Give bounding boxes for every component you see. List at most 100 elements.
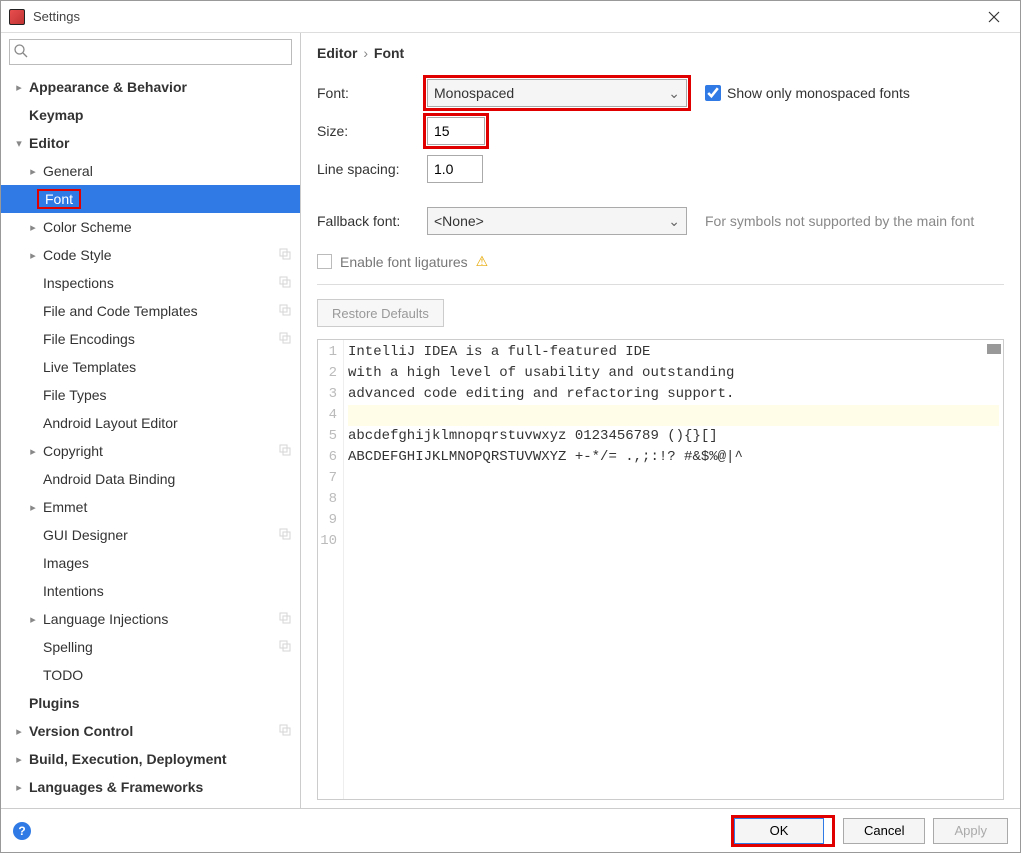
font-combo[interactable]: Monospaced ⌄	[427, 79, 687, 107]
tree-item-label: Copyright	[43, 443, 278, 459]
line-spacing-input[interactable]	[427, 155, 483, 183]
size-input[interactable]	[427, 117, 485, 145]
project-scope-icon	[278, 611, 292, 628]
expand-arrow-icon: ▸	[13, 725, 25, 738]
tree-item-android-layout-editor[interactable]: Android Layout Editor	[1, 409, 300, 437]
expand-arrow-icon: ▾	[13, 137, 25, 150]
tree-item-label: TODO	[43, 667, 292, 683]
settings-window: Settings ▸ Appearance & Behavior Keymap ▾ Ed…	[0, 0, 1021, 853]
font-preview: 12345678910 IntelliJ IDEA is a full-feat…	[317, 339, 1004, 800]
tree-item-copyright[interactable]: ▸ Copyright	[1, 437, 300, 465]
project-scope-icon	[278, 639, 292, 656]
tree-item-plugins[interactable]: Plugins	[1, 689, 300, 717]
preview-gutter: 12345678910	[318, 340, 344, 799]
close-button[interactable]	[976, 3, 1012, 31]
main-split: ▸ Appearance & Behavior Keymap ▾ Editor ▸ Gene…	[1, 33, 1020, 808]
tree-item-label: Font	[43, 189, 292, 209]
tree-item-label: Appearance & Behavior	[29, 79, 292, 95]
search-box	[9, 39, 292, 65]
tree-item-label: Build, Execution, Deployment	[29, 751, 292, 767]
expand-arrow-icon: ▸	[27, 165, 39, 178]
tree-item-label: GUI Designer	[43, 527, 278, 543]
fallback-label: Fallback font:	[317, 213, 427, 229]
cancel-button[interactable]: Cancel	[843, 818, 925, 844]
preview-code: IntelliJ IDEA is a full-featured IDEwith…	[344, 340, 1003, 799]
tree-item-file-encodings[interactable]: File Encodings	[1, 325, 300, 353]
tree-item-label: General	[43, 163, 292, 179]
search-input[interactable]	[9, 39, 292, 65]
tree-item-images[interactable]: Images	[1, 549, 300, 577]
project-scope-icon	[278, 723, 292, 740]
tree-item-label: Plugins	[29, 695, 292, 711]
tree-item-general[interactable]: ▸ General	[1, 157, 300, 185]
breadcrumb-sep: ›	[363, 45, 368, 61]
tree-item-label: Version Control	[29, 723, 278, 739]
tree-item-label: Color Scheme	[43, 219, 292, 235]
project-scope-icon	[278, 331, 292, 348]
tree-item-live-templates[interactable]: Live Templates	[1, 353, 300, 381]
warning-icon: ⚠	[476, 253, 489, 270]
tree-item-file-types[interactable]: File Types	[1, 381, 300, 409]
tree-item-language-injections[interactable]: ▸Language Injections	[1, 605, 300, 633]
tree-item-label: Images	[43, 555, 292, 571]
font-label: Font:	[317, 85, 427, 101]
tree-item-appearance-behavior[interactable]: ▸ Appearance & Behavior	[1, 73, 300, 101]
tree-item-label: Languages & Frameworks	[29, 779, 292, 795]
tree-item-label: File Encodings	[43, 331, 278, 347]
tree-item-label: Emmet	[43, 499, 292, 515]
settings-content: Editor › Font Font: Monospaced ⌄ Show on…	[301, 33, 1020, 808]
breadcrumb-child: Font	[374, 45, 404, 61]
expand-arrow-icon: ▸	[13, 81, 25, 94]
tree-item-code-style[interactable]: ▸Code Style	[1, 241, 300, 269]
tree-item-label: Editor	[29, 135, 292, 151]
expand-arrow-icon: ▸	[27, 613, 39, 626]
sidebar: ▸ Appearance & Behavior Keymap ▾ Editor ▸ Gene…	[1, 33, 301, 808]
tree-item-label: File and Code Templates	[43, 303, 278, 319]
expand-arrow-icon: ▸	[27, 221, 39, 234]
minimap-marker	[987, 344, 1001, 354]
tree-item-keymap[interactable]: Keymap	[1, 101, 300, 129]
expand-arrow-icon: ▸	[13, 781, 25, 794]
tree-item-intentions[interactable]: Intentions	[1, 577, 300, 605]
tree-item-inspections[interactable]: Inspections	[1, 269, 300, 297]
project-scope-icon	[278, 303, 292, 320]
expand-arrow-icon: ▸	[13, 753, 25, 766]
ok-button[interactable]: OK	[734, 818, 824, 844]
dialog-footer: ? OK Cancel Apply	[1, 808, 1020, 852]
tree-item-languages-frameworks[interactable]: ▸ Languages & Frameworks	[1, 773, 300, 801]
tree-item-version-control[interactable]: ▸ Version Control	[1, 717, 300, 745]
tree-item-color-scheme[interactable]: ▸ Color Scheme	[1, 213, 300, 241]
tree-item-build-execution-deployment[interactable]: ▸ Build, Execution, Deployment	[1, 745, 300, 773]
mono-only-label: Show only monospaced fonts	[727, 85, 910, 101]
fallback-combo[interactable]: <None> ⌄	[427, 207, 687, 235]
close-icon	[988, 11, 1000, 23]
settings-tree[interactable]: ▸ Appearance & Behavior Keymap ▾ Editor ▸ Gene…	[1, 73, 300, 808]
breadcrumb: Editor › Font	[317, 45, 1004, 61]
tree-item-gui-designer[interactable]: GUI Designer	[1, 521, 300, 549]
restore-defaults-button[interactable]: Restore Defaults	[317, 299, 444, 327]
tree-item-label: Live Templates	[43, 359, 292, 375]
mono-only-checkbox[interactable]	[705, 85, 721, 101]
tree-item-spelling[interactable]: Spelling	[1, 633, 300, 661]
tree-item-todo[interactable]: TODO	[1, 661, 300, 689]
tree-item-emmet[interactable]: ▸Emmet	[1, 493, 300, 521]
titlebar: Settings	[1, 1, 1020, 33]
tree-item-editor[interactable]: ▾ Editor	[1, 129, 300, 157]
expand-arrow-icon: ▸	[27, 445, 39, 458]
line-spacing-label: Line spacing:	[317, 161, 427, 177]
tree-item-font[interactable]: Font	[1, 185, 300, 213]
tree-item-label: Android Layout Editor	[43, 415, 292, 431]
breadcrumb-parent: Editor	[317, 45, 357, 61]
tree-item-label: Keymap	[29, 107, 292, 123]
ligatures-checkbox[interactable]	[317, 254, 332, 269]
apply-button[interactable]: Apply	[933, 818, 1008, 844]
app-icon	[9, 9, 25, 25]
help-icon[interactable]: ?	[13, 822, 31, 840]
chevron-down-icon: ⌄	[668, 213, 680, 230]
tree-item-label: File Types	[43, 387, 292, 403]
tree-item-android-data-binding[interactable]: Android Data Binding	[1, 465, 300, 493]
chevron-down-icon: ⌄	[668, 85, 680, 102]
project-scope-icon	[278, 443, 292, 460]
ok-highlight: OK	[731, 815, 835, 847]
tree-item-file-and-code-templates[interactable]: File and Code Templates	[1, 297, 300, 325]
